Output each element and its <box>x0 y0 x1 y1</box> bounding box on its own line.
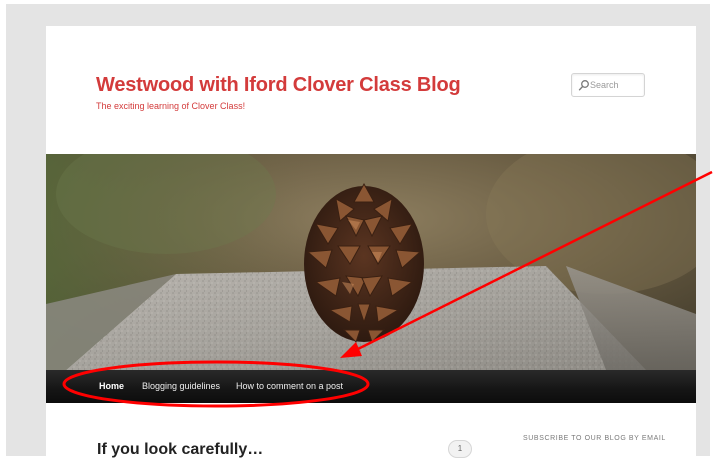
search-box[interactable] <box>571 73 645 97</box>
site-description: The exciting learning of Clover Class! <box>96 101 246 111</box>
comment-count-bubble[interactable]: 1 <box>448 440 472 458</box>
nav-item-home[interactable]: Home <box>99 381 124 391</box>
pine-cone-photo <box>46 154 696 370</box>
header-image <box>46 154 696 370</box>
post-title[interactable]: If you look carefully… <box>97 441 263 459</box>
search-input[interactable] <box>590 76 640 93</box>
subscribe-widget-title: SUBSCRIBE TO OUR BLOG BY EMAIL <box>523 435 666 442</box>
nav-item-how-to-comment[interactable]: How to comment on a post <box>236 381 343 391</box>
main-navigation: Home Blogging guidelines How to comment … <box>46 370 696 403</box>
site-title[interactable]: Westwood with Iford Clover Class Blog <box>96 74 461 97</box>
browser-screenshot-frame: Westwood with Iford Clover Class Blog Th… <box>6 4 710 460</box>
blog-page: Westwood with Iford Clover Class Blog Th… <box>46 26 696 460</box>
nav-item-blogging-guidelines[interactable]: Blogging guidelines <box>142 381 220 391</box>
search-icon <box>578 80 589 91</box>
